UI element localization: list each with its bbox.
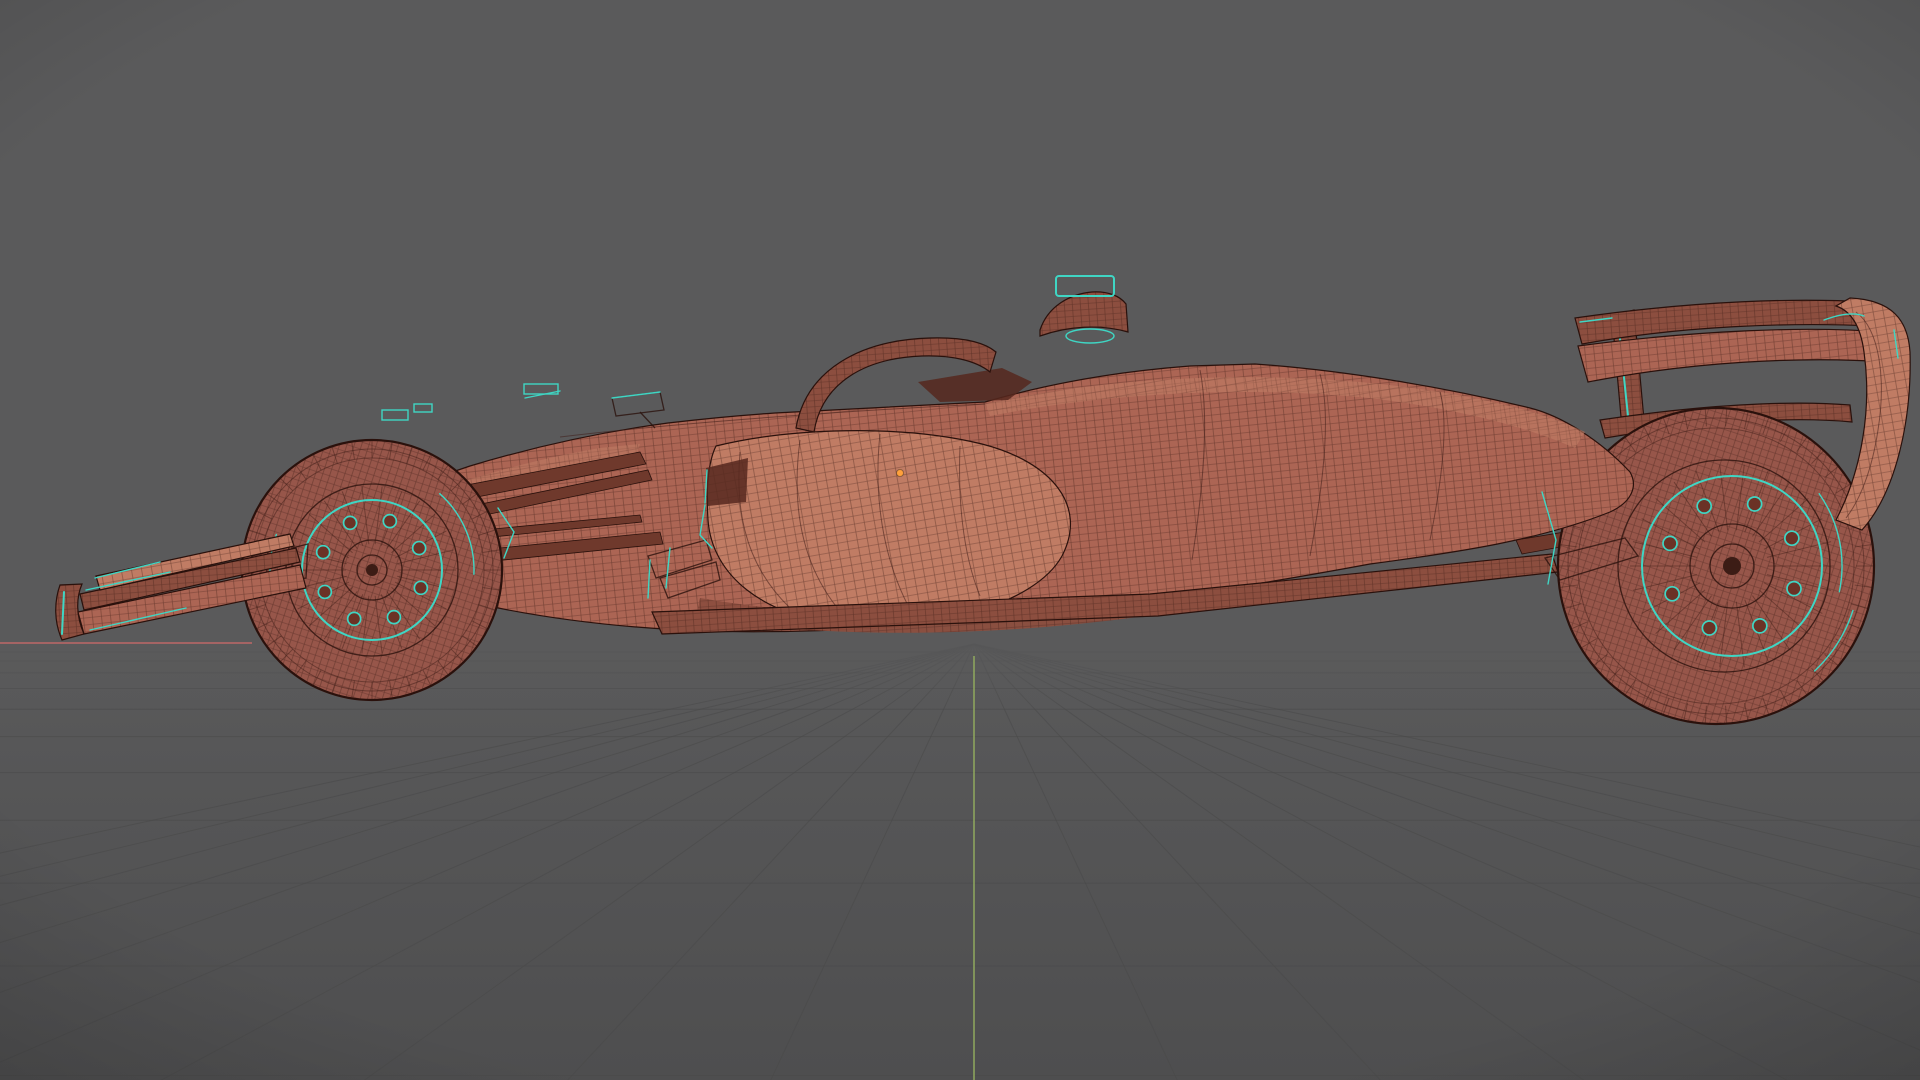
wheel-bolt-circle xyxy=(386,609,402,625)
wheel-bolt-circle xyxy=(317,584,333,600)
rear-hub-center xyxy=(1723,557,1741,575)
wheel-bolt-circle xyxy=(1786,580,1802,597)
wheel-bolt-circle xyxy=(1746,496,1763,512)
wheel-bolt-circle xyxy=(1662,535,1678,552)
wheel-bolt-circle xyxy=(1696,498,1713,515)
wheel-bolt-circle xyxy=(411,540,427,556)
wheel-bolt-circle xyxy=(1701,620,1718,636)
wheel-bolt-circle xyxy=(1751,617,1768,634)
3d-viewport[interactable] xyxy=(0,0,1920,1080)
wheel-bolt-circle xyxy=(413,580,429,596)
front-hub-center xyxy=(366,564,378,576)
wheel-bolt-circle xyxy=(1783,530,1800,547)
viewport-canvas[interactable] xyxy=(0,0,1920,1080)
wheel-bolt-circle xyxy=(346,611,362,627)
wheel-bolt-circle xyxy=(1664,585,1681,602)
sidepod[interactable] xyxy=(704,430,1072,627)
sidepod-belly xyxy=(706,430,1072,627)
wheel-bolt-circle xyxy=(342,515,358,531)
wheel-bolt-circle xyxy=(382,513,398,529)
object-origin-dot xyxy=(896,469,904,477)
wheel-bolt-circle xyxy=(315,544,331,560)
